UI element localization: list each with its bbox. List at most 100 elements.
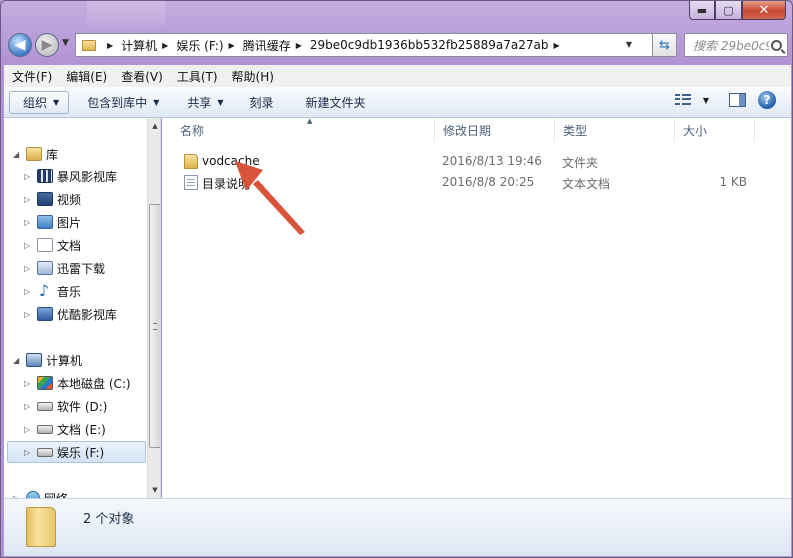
collapsed-arrow-icon[interactable]: ▷: [24, 264, 33, 273]
file-modified: 2016/8/13 19:46: [442, 154, 542, 168]
column-label: 修改日期: [443, 123, 492, 138]
organize-label: 组织: [23, 95, 48, 110]
recent-pages-dropdown[interactable]: ▼: [62, 38, 69, 48]
tree-label: 音乐: [57, 284, 82, 299]
file-size: 1 KB: [719, 175, 747, 189]
tree-item-libraries[interactable]: ◢ 库: [13, 144, 58, 164]
column-label: 类型: [563, 123, 588, 138]
toolbar-right: ▼ ?: [674, 91, 791, 109]
breadcrumb-tencent-cache[interactable]: 腾讯缓存: [243, 37, 291, 54]
file-row[interactable]: 目录说明 2016/8/8 20:25 文本文档 1 KB: [162, 173, 791, 193]
forward-arrow-icon: ▶: [41, 37, 53, 53]
view-dropdown-icon[interactable]: ▼: [703, 96, 709, 105]
maximize-button[interactable]: ▢: [715, 1, 742, 20]
help-icon[interactable]: ?: [758, 91, 776, 109]
tree-item-network[interactable]: ▷ 网络: [13, 488, 68, 498]
scroll-down-icon[interactable]: ▼: [149, 483, 160, 497]
chevron-right-icon[interactable]: ▶: [162, 41, 168, 50]
menu-view[interactable]: 查看(V): [121, 68, 163, 85]
tree-label: 库: [46, 147, 59, 162]
collapsed-arrow-icon[interactable]: ▷: [24, 402, 33, 411]
navigation-scrollbar[interactable]: ▲ ▼: [147, 118, 160, 498]
menu-help[interactable]: 帮助(H): [232, 68, 274, 85]
breadcrumb: ▶ 计算机 ▶ 娱乐 (F:) ▶ 腾讯缓存 ▶ 29be0c9db1936bb…: [102, 37, 568, 54]
drive-icon: [37, 401, 53, 411]
back-button[interactable]: ◀: [8, 33, 32, 57]
file-row[interactable]: vodcache 2016/8/13 19:46 文件夹: [162, 152, 791, 172]
column-label: 名称: [180, 123, 205, 138]
chevron-right-icon[interactable]: ▶: [107, 41, 113, 50]
collapsed-arrow-icon[interactable]: ▷: [24, 241, 33, 250]
share-button[interactable]: 共享 ▼: [179, 91, 231, 114]
tree-item-drive-c[interactable]: ▷ 本地磁盘 (C:): [24, 373, 131, 393]
collapsed-arrow-icon[interactable]: ▷: [24, 425, 33, 434]
chevron-right-icon[interactable]: ▶: [296, 41, 302, 50]
breadcrumb-current-folder[interactable]: 29be0c9db1936bb532fb25889a7a27ab: [310, 38, 549, 52]
menu-edit[interactable]: 编辑(E): [66, 68, 107, 85]
tree-label: 视频: [57, 192, 82, 207]
library-icon: [26, 147, 42, 161]
chevron-down-icon: ▼: [217, 97, 224, 107]
expanded-arrow-icon[interactable]: ◢: [13, 356, 22, 365]
command-bar: 组织 ▼ 包含到库中 ▼ 共享 ▼ 刻录 新建文件夹 ▼ ?: [4, 87, 791, 118]
change-view-icon[interactable]: [674, 93, 691, 107]
tree-item-drive-e[interactable]: ▷ 文档 (E:): [24, 419, 106, 439]
close-button[interactable]: ✕: [742, 1, 786, 20]
back-arrow-icon: ◀: [14, 37, 26, 53]
tree-item-computer[interactable]: ◢ 计算机: [13, 350, 82, 370]
chevron-down-icon: ▼: [153, 97, 160, 107]
collapsed-arrow-icon[interactable]: ▷: [24, 172, 33, 181]
chevron-right-icon[interactable]: ▶: [229, 41, 235, 50]
column-header-modified[interactable]: 修改日期: [435, 118, 555, 142]
tree-item-documents[interactable]: ▷ 文档: [24, 235, 81, 255]
collapsed-arrow-icon[interactable]: ▷: [24, 218, 33, 227]
collapsed-arrow-icon[interactable]: ▷: [24, 195, 33, 204]
collapsed-arrow-icon[interactable]: ▷: [24, 287, 33, 296]
address-bar[interactable]: ▶ 计算机 ▶ 娱乐 (F:) ▶ 腾讯缓存 ▶ 29be0c9db1936bb…: [75, 33, 653, 57]
tree-item-pictures[interactable]: ▷ 图片: [24, 212, 81, 232]
address-dropdown-icon[interactable]: ▼: [626, 40, 632, 49]
search-icon[interactable]: [771, 39, 782, 51]
tree-item-music[interactable]: ▷ ♪ 音乐: [24, 281, 81, 301]
burn-button[interactable]: 刻录: [242, 91, 282, 114]
expanded-arrow-icon[interactable]: ◢: [13, 150, 22, 159]
search-input[interactable]: 搜索 29be0c9db1936bb532fb25889a7a27ab: [684, 33, 788, 57]
menu-tools[interactable]: 工具(T): [177, 68, 218, 85]
collapsed-arrow-icon[interactable]: ▷: [24, 448, 33, 457]
drive-icon: [37, 424, 53, 434]
tree-item-baofeng[interactable]: ▷ 暴风影视库: [24, 166, 117, 186]
tree-item-drive-d[interactable]: ▷ 软件 (D:): [24, 396, 107, 416]
tree-label: 本地磁盘 (C:): [57, 376, 131, 391]
breadcrumb-drive-f[interactable]: 娱乐 (F:): [176, 37, 223, 54]
forward-button[interactable]: ▶: [35, 33, 59, 57]
tree-label: 优酷影视库: [57, 307, 118, 322]
file-type: 文本文档: [562, 177, 611, 191]
title-bar[interactable]: ▬ ▢ ✕: [1, 1, 792, 25]
computer-icon: [26, 353, 42, 367]
scroll-up-icon[interactable]: ▲: [149, 119, 160, 133]
tree-item-drive-f[interactable]: ▷ 娱乐 (F:): [24, 442, 104, 462]
column-header-type[interactable]: 类型: [555, 118, 675, 142]
collapsed-arrow-icon[interactable]: ▷: [24, 310, 33, 319]
organize-button[interactable]: 组织 ▼: [9, 90, 70, 114]
collapsed-arrow-icon[interactable]: ▷: [24, 379, 33, 388]
chevron-right-icon[interactable]: ▶: [554, 41, 560, 50]
window-controls: ▬ ▢ ✕: [689, 1, 786, 20]
tree-item-xunlei[interactable]: ▷ 迅雷下载: [24, 258, 105, 278]
new-folder-button[interactable]: 新建文件夹: [298, 91, 374, 114]
preview-pane-icon[interactable]: [729, 93, 746, 107]
tree-item-youku[interactable]: ▷ 优酷影视库: [24, 304, 117, 324]
tree-label: 软件 (D:): [57, 399, 108, 414]
column-header-size[interactable]: 大小: [675, 118, 755, 142]
file-type: 文件夹: [562, 156, 599, 170]
video-library-icon: [37, 169, 53, 183]
column-header-name[interactable]: ▲ 名称: [172, 117, 435, 142]
refresh-button[interactable]: ⇆: [653, 33, 677, 57]
breadcrumb-computer[interactable]: 计算机: [121, 37, 157, 54]
menu-file[interactable]: 文件(F): [12, 68, 52, 85]
tree-item-videos[interactable]: ▷ 视频: [24, 189, 81, 209]
minimize-button[interactable]: ▬: [689, 1, 715, 20]
include-in-library-button[interactable]: 包含到库中 ▼: [79, 91, 167, 114]
sort-ascending-icon: ▲: [307, 117, 313, 125]
scrollbar-thumb[interactable]: [149, 204, 160, 448]
